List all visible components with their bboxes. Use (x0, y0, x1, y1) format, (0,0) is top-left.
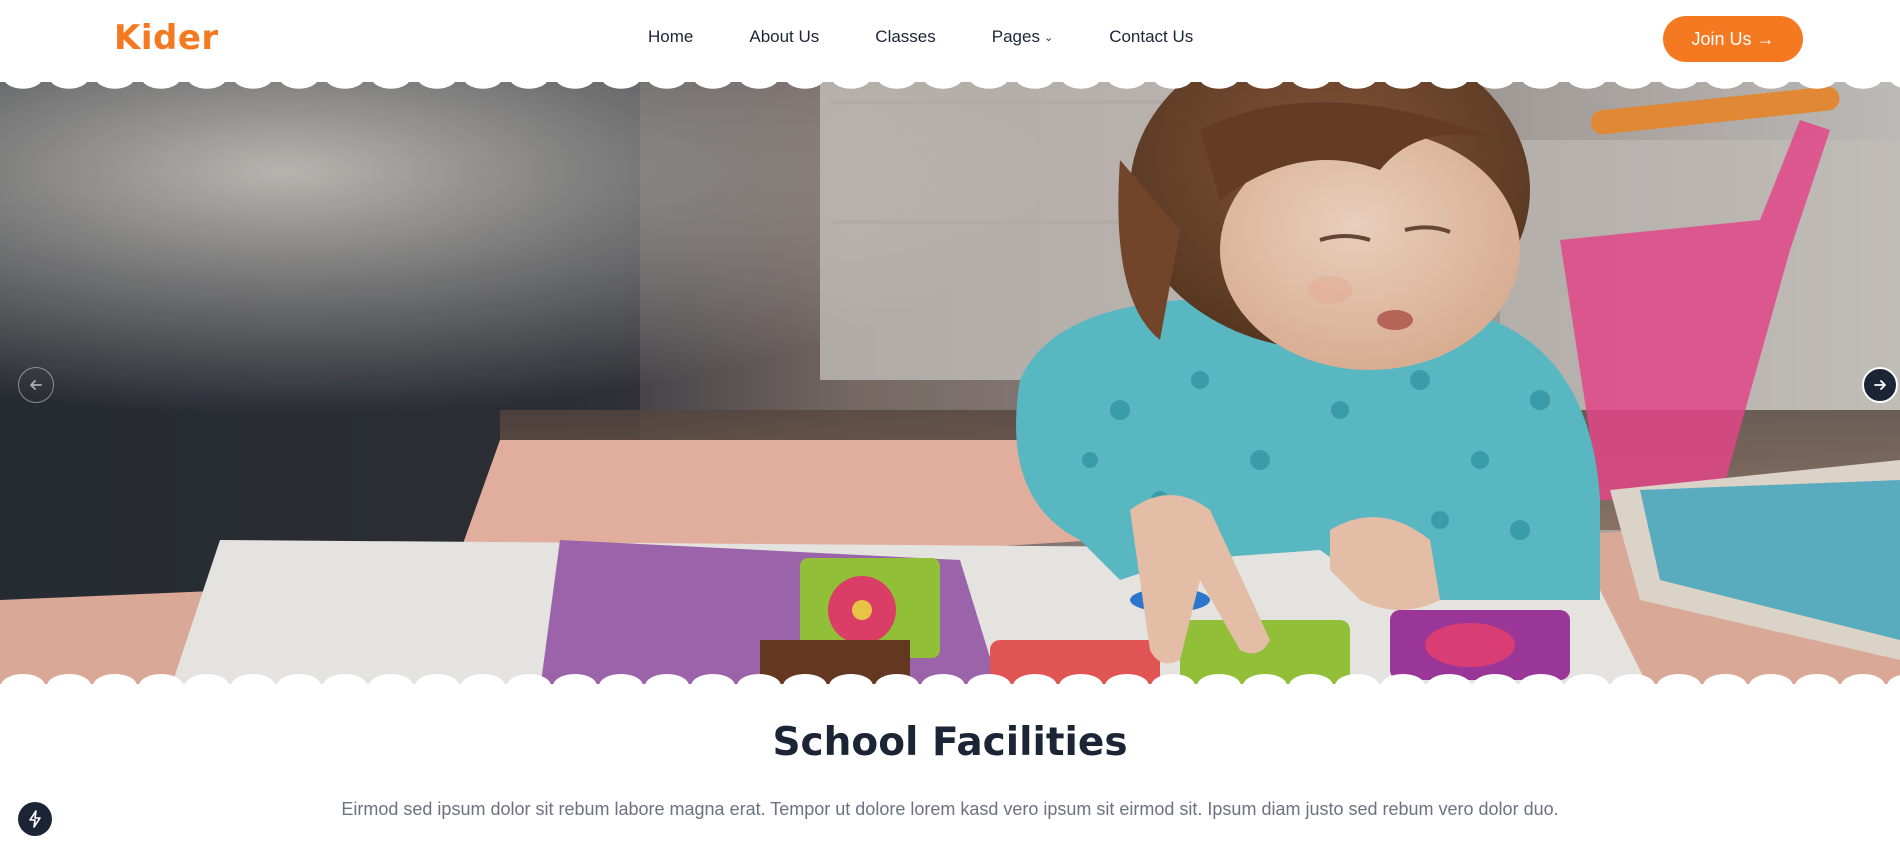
chevron-down-icon: ⌄ (1043, 32, 1054, 44)
nav-item-home[interactable]: Home (648, 27, 693, 47)
main-menu: Home About Us Classes Pages ⌄ Contact Us (648, 27, 1193, 47)
nav-item-classes[interactable]: Classes (875, 27, 935, 47)
section-title: School Facilities (772, 720, 1128, 765)
brand-logo[interactable]: Kider (114, 18, 219, 58)
join-us-button[interactable]: Join Us → (1663, 16, 1803, 62)
hero-bottom-scallop (0, 670, 1900, 694)
hero-image (0, 80, 1900, 690)
page: Kider Home About Us Classes Pages ⌄ Conta… (0, 0, 1900, 846)
arrow-right-icon (1874, 380, 1886, 390)
nav-item-pages-label: Pages (991, 27, 1040, 46)
nav-item-pages[interactable]: Pages ⌄ (992, 27, 1053, 47)
carousel-prev-button[interactable] (18, 367, 54, 403)
hero-carousel (0, 80, 1900, 690)
nav-item-about[interactable]: About Us (749, 27, 819, 47)
floating-action-button[interactable] (18, 802, 52, 836)
nav-item-contact[interactable]: Contact Us (1109, 27, 1193, 47)
section-description: Eirmod sed ipsum dolor sit rebum labore … (341, 799, 1559, 819)
bolt-icon (29, 810, 41, 828)
navbar: Kider Home About Us Classes Pages ⌄ Conta… (0, 0, 1900, 82)
arrow-left-icon (30, 380, 42, 390)
carousel-next-button[interactable] (1862, 367, 1898, 403)
